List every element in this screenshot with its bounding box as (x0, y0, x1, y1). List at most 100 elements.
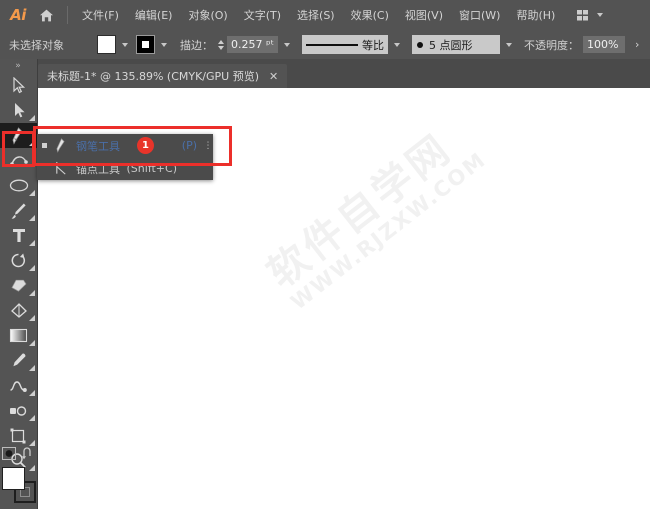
ellipse-icon (9, 179, 28, 192)
stroke-weight-group: 描边： 0.257 ᵖᵗ (180, 36, 290, 53)
stroke-weight-input[interactable]: 0.257 ᵖᵗ (227, 36, 278, 53)
stroke-weight-stepper[interactable] (218, 39, 224, 50)
menu-help[interactable]: 帮助(H) (508, 0, 563, 30)
scale-tool[interactable] (0, 298, 37, 323)
arrow-select-icon (13, 77, 26, 94)
pen-tool-flyout-menu[interactable]: 钢笔工具 1 (P) ⋮ 锚点工具 (Shift+C) (37, 134, 213, 180)
workspace-switcher-button[interactable] (577, 9, 604, 21)
direct-select-arrow-icon (15, 103, 25, 118)
curvature-icon (9, 156, 28, 166)
tools-bottom-row (0, 443, 37, 465)
rotate-tool[interactable] (0, 248, 37, 273)
opacity-input[interactable]: 100% (582, 36, 625, 53)
flyout-item-anchor-point-tool[interactable]: 锚点工具 (Shift+C) (37, 157, 213, 180)
opacity-label: 不透明度： (523, 38, 579, 52)
eyedropper-tool[interactable] (0, 348, 37, 373)
direct-selection-tool[interactable] (0, 98, 37, 123)
flyout-triangle-icon (29, 215, 35, 221)
symbol-sprayer-icon (10, 405, 27, 416)
flyout-item-label: 锚点工具 (76, 162, 120, 176)
ai-logo-icon: Ai (10, 6, 26, 24)
fill-color-swatch[interactable] (97, 35, 116, 54)
document-tab-title: 未标题-1* @ 135.89% (CMYK/GPU 预览) (47, 70, 259, 83)
tools-panel-collapse-grip[interactable]: » (0, 59, 37, 73)
chevron-down-icon (597, 13, 604, 17)
flyout-item-pen-tool[interactable]: 钢笔工具 1 (P) ⋮ (37, 134, 213, 157)
rotate-icon (11, 253, 25, 268)
flyout-triangle-icon (29, 240, 35, 246)
fill-stroke-indicator[interactable] (1, 467, 36, 503)
flyout-item-shortcut: (P) (181, 139, 197, 152)
close-icon[interactable]: ✕ (269, 71, 278, 82)
flyout-triangle-icon (29, 115, 35, 121)
flyout-triangle-icon (29, 290, 35, 296)
control-bar-overflow-chevron-icon[interactable]: › (635, 38, 639, 51)
flyout-triangle-icon (29, 140, 35, 146)
flyout-item-shortcut: (Shift+C) (126, 162, 177, 175)
menu-divider (67, 6, 68, 24)
unselected-bullet-icon (42, 166, 47, 171)
brush-definition-dropdown[interactable]: 5 点圆形 (411, 35, 500, 54)
pen-tool[interactable] (0, 123, 37, 148)
flyout-tearoff-grip[interactable]: ⋮ (204, 134, 213, 157)
menu-type[interactable]: 文字(T) (236, 0, 289, 30)
illustrator-window: Ai 文件(F) 编辑(E) 对象(O) 文字(T) 选择(S) 效果(C) 视… (0, 0, 650, 509)
opacity-group: 不透明度： 100% (524, 36, 625, 53)
swap-fill-stroke-icon[interactable] (21, 447, 35, 461)
menu-window[interactable]: 窗口(W) (451, 0, 508, 30)
stroke-profile-preview (305, 43, 358, 46)
menu-bar: Ai 文件(F) 编辑(E) 对象(O) 文字(T) 选择(S) 效果(C) 视… (0, 0, 650, 30)
flyout-triangle-icon (29, 190, 35, 196)
selection-tool[interactable] (0, 73, 37, 98)
eraser-tool[interactable] (0, 273, 37, 298)
color-mode-icon[interactable] (2, 447, 17, 461)
document-tab[interactable]: 未标题-1* @ 135.89% (CMYK/GPU 预览) ✕ (38, 64, 288, 88)
flyout-triangle-icon (29, 390, 35, 396)
menu-select[interactable]: 选择(S) (289, 0, 343, 30)
step-badge-1: 1 (137, 137, 154, 154)
stroke-weight-chevron-down-icon[interactable] (283, 42, 290, 47)
flyout-triangle-icon (29, 265, 35, 271)
curvature-tool[interactable] (0, 148, 37, 173)
symbol-sprayer-tool[interactable] (0, 398, 37, 423)
gradient-icon (9, 328, 28, 343)
flyout-triangle-icon (29, 340, 35, 346)
ellipse-tool[interactable] (0, 173, 37, 198)
workspace-switcher-icon (577, 9, 589, 20)
fill-chevron-down-icon[interactable] (122, 42, 128, 47)
fill-indicator-swatch[interactable] (1, 467, 25, 490)
paintbrush-tool[interactable] (0, 198, 37, 223)
pen-icon (12, 126, 23, 145)
flyout-item-label: 钢笔工具 (76, 139, 120, 153)
menu-edit[interactable]: 编辑(E) (127, 0, 181, 30)
menu-object[interactable]: 对象(O) (180, 0, 235, 30)
flyout-triangle-icon (29, 415, 35, 421)
gradient-tool[interactable] (0, 323, 37, 348)
menu-file[interactable]: 文件(F) (74, 0, 127, 30)
menu-effect[interactable]: 效果(C) (343, 0, 397, 30)
stroke-profile-dropdown[interactable]: 等比 (301, 35, 388, 54)
type-tool[interactable] (0, 223, 37, 248)
brush-definition-label: 5 点圆形 (428, 38, 473, 52)
menu-view[interactable]: 视图(V) (397, 0, 451, 30)
watermark-line-2: WWW.RJZXW.COM (286, 147, 491, 315)
flyout-triangle-icon (29, 365, 35, 371)
blend-tool[interactable] (0, 373, 37, 398)
stroke-profile-chevron-down-icon[interactable] (393, 42, 400, 47)
stroke-profile-label: 等比 (361, 38, 384, 52)
stroke-chevron-down-icon[interactable] (161, 42, 167, 47)
pen-icon (53, 138, 70, 153)
home-icon[interactable] (31, 0, 61, 30)
eyedropper-icon (13, 353, 26, 367)
stroke-weight-label: 描边： (180, 38, 213, 52)
flyout-triangle-icon (29, 315, 35, 321)
watermark: 软件自学网 WWW.RJZXW.COM (253, 105, 491, 315)
brush-chevron-down-icon[interactable] (505, 42, 512, 47)
brush-preview-icon (416, 41, 423, 48)
stroke-color-swatch[interactable] (136, 35, 155, 54)
type-t-icon (12, 229, 25, 242)
blend-icon (10, 380, 27, 392)
anchor-point-icon (53, 161, 70, 176)
eraser-icon (11, 279, 26, 292)
watermark-line-1: 软件自学网 (259, 125, 461, 298)
